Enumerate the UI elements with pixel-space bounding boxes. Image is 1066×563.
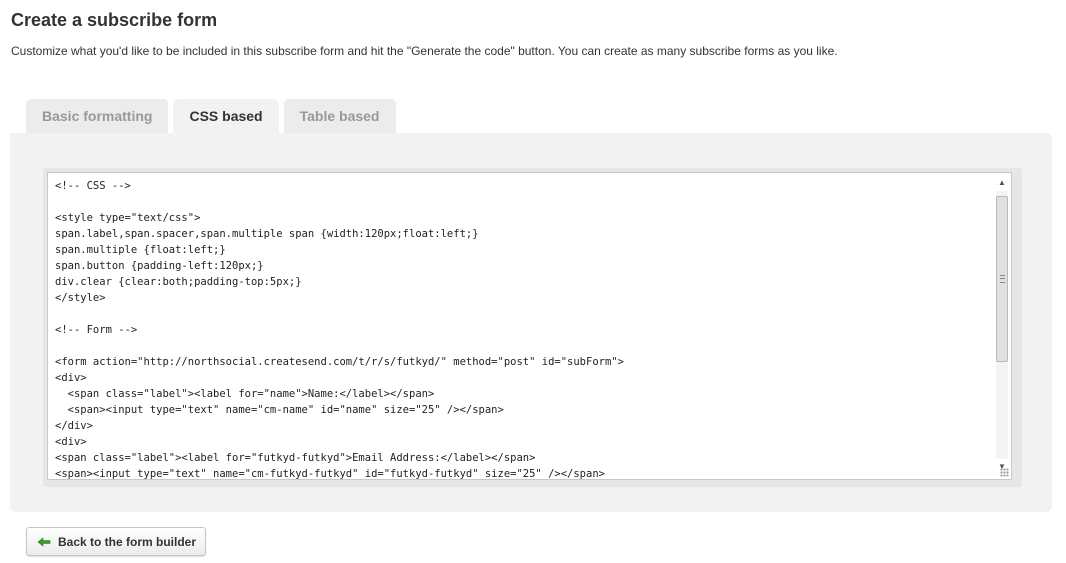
code-line: <form action="http://northsocial.creates… xyxy=(55,356,624,368)
code-line: <style type="text/css"> xyxy=(55,212,201,224)
scroll-track[interactable] xyxy=(996,191,1008,459)
tab-css-based[interactable]: CSS based xyxy=(173,99,279,133)
code-line: </style> xyxy=(55,292,106,304)
code-line: <span class="label"><label for="futkyd-f… xyxy=(55,452,536,464)
back-to-form-builder-button[interactable]: Back to the form builder xyxy=(26,527,207,556)
code-line: </div> xyxy=(55,420,93,432)
code-frame: <!-- CSS --> <style type="text/css"> span.… xyxy=(43,168,1022,487)
resize-grip-icon[interactable] xyxy=(1000,468,1009,477)
scroll-up-arrow-icon[interactable]: ▲ xyxy=(995,177,1009,189)
code-line: <div> xyxy=(55,436,87,448)
tab-basic-formatting[interactable]: Basic formatting xyxy=(26,99,169,133)
code-line: span.button {padding-left:120px;} xyxy=(55,260,264,272)
code-line: div.clear {clear:both;padding-top:5px;} xyxy=(55,276,302,288)
thumb-grip-icon xyxy=(1000,275,1005,283)
tab-table-based[interactable]: Table based xyxy=(283,99,396,133)
code-lines: <!-- CSS --> <style type="text/css"> span.… xyxy=(55,178,985,480)
code-line: span.multiple {float:left;} xyxy=(55,244,226,256)
code-line: <!-- CSS --> xyxy=(55,180,131,192)
code-scrollbar[interactable]: ▲ ▼ xyxy=(995,177,1009,473)
back-button-label: Back to the form builder xyxy=(58,534,197,549)
tab-bar: Basic formatting CSS based Table based xyxy=(26,99,396,133)
code-line: <span><input type="text" name="cm-futkyd… xyxy=(55,468,605,480)
code-line: <div> xyxy=(55,372,87,384)
left-arrow-icon xyxy=(37,536,51,547)
code-panel: <!-- CSS --> <style type="text/css"> span.… xyxy=(10,133,1052,512)
code-line: span.label,span.spacer,span.multiple spa… xyxy=(55,228,479,240)
scroll-thumb[interactable] xyxy=(996,196,1008,362)
code-line: <span class="label"><label for="name">Na… xyxy=(55,388,435,400)
intro-text: Customize what you'd like to be included… xyxy=(11,44,838,58)
code-line: <span><input type="text" name="cm-name" … xyxy=(55,404,504,416)
page-title: Create a subscribe form xyxy=(11,10,218,30)
generated-code-textarea[interactable]: <!-- CSS --> <style type="text/css"> span.… xyxy=(47,172,1012,480)
code-line: <!-- Form --> xyxy=(55,324,138,336)
